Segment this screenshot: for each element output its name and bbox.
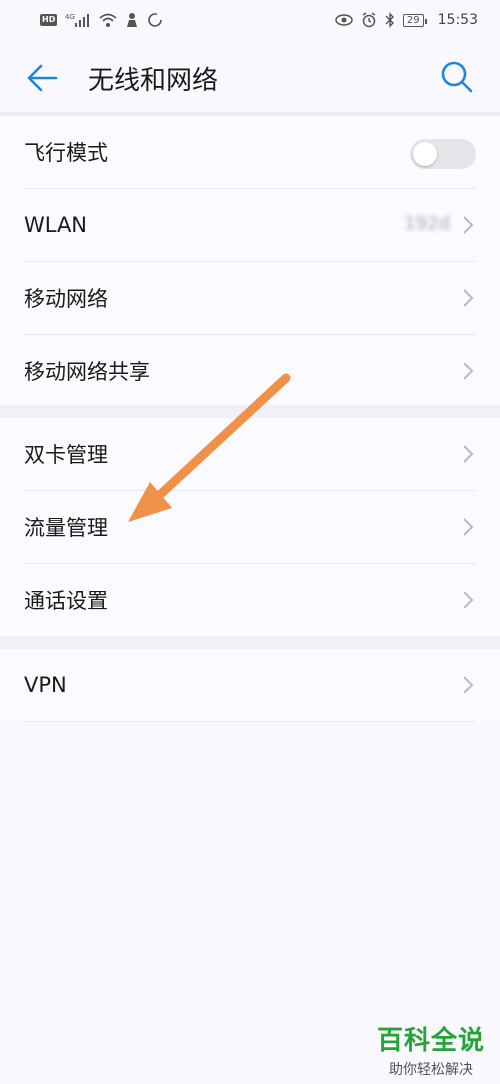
- row-wlan[interactable]: WLAN 192d: [24, 189, 476, 262]
- chevron-right-icon: [463, 445, 474, 463]
- row-label: 流量管理: [24, 516, 108, 540]
- row-tethering[interactable]: 移动网络共享: [24, 335, 476, 407]
- row-call-settings[interactable]: 通话设置: [24, 564, 476, 636]
- page-title: 无线和网络: [88, 66, 219, 96]
- watermark-subtitle: 助你轻松解决: [389, 1062, 473, 1078]
- sync-icon: [147, 12, 163, 28]
- network-type-label: 4G: [65, 13, 75, 21]
- status-left: HD 4G: [40, 12, 163, 28]
- search-icon: [441, 61, 473, 93]
- chevron-right-icon: [463, 518, 474, 536]
- row-label: 移动网络共享: [24, 360, 150, 384]
- section-divider: [0, 636, 500, 649]
- toggle-knob: [413, 142, 437, 166]
- chevron-right-icon: [463, 216, 474, 234]
- row-label: WLAN: [24, 213, 88, 237]
- battery-icon: 29: [402, 13, 427, 27]
- row-data-usage[interactable]: 流量管理: [24, 491, 476, 564]
- eye-icon: [335, 13, 353, 27]
- search-button[interactable]: [440, 60, 474, 94]
- row-label: VPN: [24, 673, 67, 697]
- row-dual-sim[interactable]: 双卡管理: [24, 418, 476, 491]
- row-mobile-network[interactable]: 移动网络: [24, 262, 476, 335]
- row-label: 通话设置: [24, 589, 108, 613]
- row-airplane-mode[interactable]: 飞行模式: [24, 116, 476, 189]
- section-connectivity: 飞行模式 WLAN 192d 移动网络 移动网络共享: [0, 116, 500, 407]
- chevron-right-icon: [463, 676, 474, 694]
- section-vpn: VPN: [0, 649, 500, 722]
- chevron-right-icon: [463, 362, 474, 380]
- status-time: 15:53: [437, 12, 478, 28]
- alarm-icon: [361, 12, 377, 28]
- wifi-icon: [99, 12, 117, 28]
- watermark-title: 百科全说: [376, 1026, 485, 1056]
- section-sim: 双卡管理 流量管理 通话设置: [0, 418, 500, 636]
- hd-badge: HD: [40, 14, 58, 26]
- wlan-network-value: 192d: [404, 213, 450, 234]
- back-button[interactable]: [26, 62, 60, 94]
- chevron-right-icon: [463, 591, 474, 609]
- airplane-mode-toggle[interactable]: [410, 139, 476, 169]
- bluetooth-icon: [385, 12, 395, 28]
- watermark-logo: 百科全说 助你轻松解决: [376, 1020, 486, 1079]
- wlan-network-name: 192d: [404, 213, 450, 234]
- row-label: 双卡管理: [24, 443, 108, 467]
- nfc-icon: [125, 12, 139, 28]
- status-bar: HD 4G 29 15:53: [0, 0, 500, 40]
- row-label: 移动网络: [24, 287, 108, 311]
- signal-icon: 4G: [65, 12, 91, 28]
- section-divider: [0, 405, 500, 418]
- status-right: 29 15:53: [335, 12, 478, 28]
- arrow-left-icon: [27, 64, 58, 92]
- row-vpn[interactable]: VPN: [24, 649, 476, 722]
- row-label: 飞行模式: [24, 141, 108, 165]
- chevron-right-icon: [463, 289, 474, 307]
- app-bar: 无线和网络: [0, 40, 500, 112]
